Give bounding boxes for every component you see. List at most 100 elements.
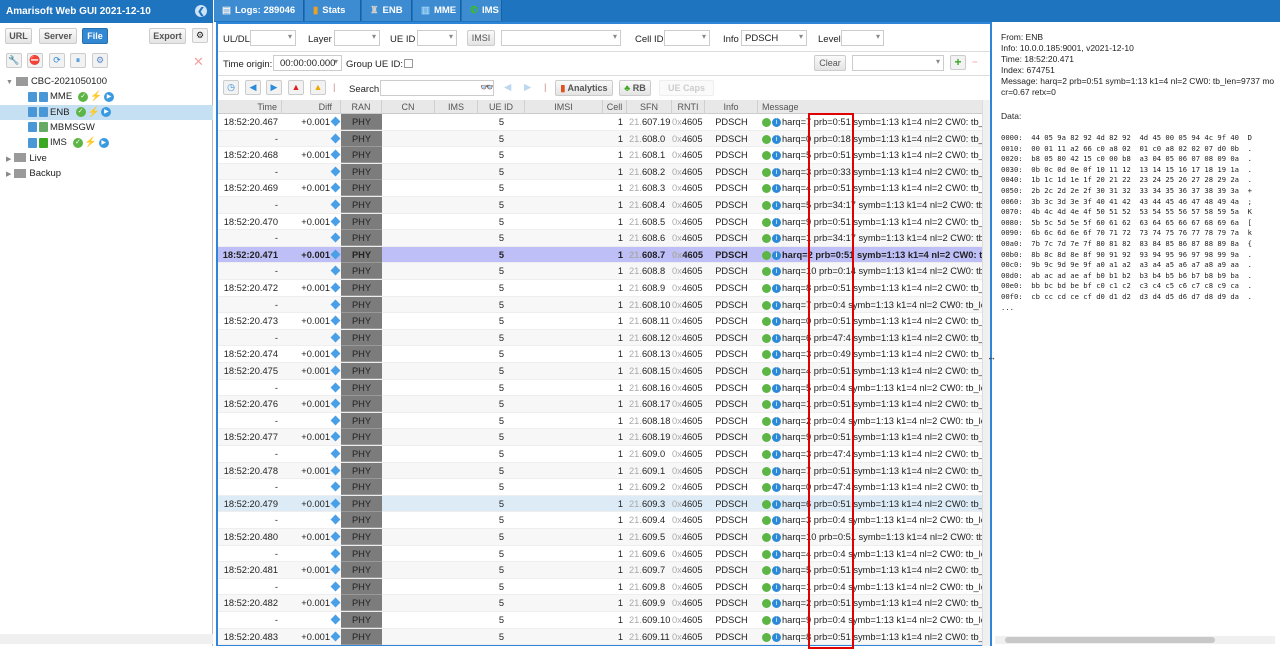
info-icon[interactable]: i: [772, 566, 781, 576]
table-row[interactable]: 18:52:20.477 +0.001 PHY 5 1 21.608.19 0x4605 PD…: [218, 429, 984, 446]
diff-arrow-icon[interactable]: [330, 531, 341, 542]
remove-icon[interactable]: −: [972, 57, 978, 68]
table-scrollbar[interactable]: [982, 100, 990, 646]
info-icon[interactable]: i: [772, 499, 781, 509]
table-row[interactable]: - PHY 5 1 21.608.12 0x4605 PDSCH i harq=6 prb=47…: [218, 329, 984, 347]
table-row[interactable]: - PHY 5 1 21.608.2 0x4605 PDSCH i harq=3 prb=0:3…: [218, 163, 984, 181]
uecaps-button[interactable]: UE Caps: [659, 80, 714, 96]
info-icon[interactable]: i: [772, 284, 781, 294]
diff-arrow-icon[interactable]: [330, 581, 341, 592]
info-icon[interactable]: i: [772, 383, 781, 393]
info-icon[interactable]: i: [772, 167, 781, 177]
diff-arrow-icon[interactable]: [330, 199, 341, 210]
diff-arrow-icon[interactable]: [330, 249, 341, 260]
tree-item-backup[interactable]: ▶ Backup: [0, 166, 213, 181]
tab-mme[interactable]: ▥ MME: [413, 0, 461, 21]
binoculars-icon[interactable]: 👓: [480, 81, 494, 94]
info-icon[interactable]: i: [772, 549, 781, 559]
diff-arrow-icon[interactable]: [330, 448, 341, 459]
diff-arrow-icon[interactable]: [330, 299, 341, 310]
table-row[interactable]: - PHY 5 1 21.609.2 0x4605 PDSCH i harq=0 prb=47:…: [218, 479, 984, 496]
diff-arrow-icon[interactable]: [330, 166, 341, 177]
prev-match-icon[interactable]: ◀: [504, 82, 511, 93]
table-row[interactable]: - PHY 5 1 21.608.10 0x4605 PDSCH i harq=7 prb=0:…: [218, 296, 984, 314]
table-row[interactable]: 18:52:20.472 +0.001 PHY 5 1 21.608.9 0x4605 PDS…: [218, 280, 984, 297]
column-header-message[interactable]: Message: [758, 100, 984, 114]
diff-arrow-icon[interactable]: [330, 116, 341, 127]
info-icon[interactable]: i: [772, 333, 781, 343]
info-icon[interactable]: i: [772, 400, 781, 410]
error-icon[interactable]: ▲: [288, 80, 304, 95]
cellid-select[interactable]: [664, 30, 710, 46]
time-origin-input[interactable]: 00:00:00.000: [273, 55, 342, 71]
url-button[interactable]: URL: [5, 28, 32, 44]
table-row[interactable]: - PHY 5 1 21.609.6 0x4605 PDSCH i harq=4 prb=0:4…: [218, 545, 984, 563]
tree-item-enb[interactable]: ENB ✓ ⚡ ▶: [0, 104, 213, 120]
search-input[interactable]: [380, 80, 494, 96]
table-row[interactable]: 18:52:20.474 +0.001 PHY 5 1 21.608.13 0x4605 PD…: [218, 346, 984, 363]
table-row[interactable]: 18:52:20.483 +0.001 PHY 5 1 21.609.11 0x4605 PD…: [218, 628, 984, 646]
column-header-sfn[interactable]: SFN: [627, 100, 672, 114]
tab-logs[interactable]: ▤ Logs: 289046: [214, 0, 304, 21]
info-icon[interactable]: i: [772, 516, 781, 526]
table-row[interactable]: 18:52:20.475 +0.001 PHY 5 1 21.608.15 0x4605 PD…: [218, 363, 984, 380]
info-icon[interactable]: i: [772, 134, 781, 144]
diff-arrow-icon[interactable]: [330, 348, 341, 359]
left-scrollbar[interactable]: [0, 634, 213, 644]
info-icon[interactable]: i: [772, 267, 781, 277]
table-row[interactable]: 18:52:20.469 +0.001 PHY 5 1 21.608.3 0x4605 PDS…: [218, 180, 984, 197]
tab-stats[interactable]: ▮ Stats: [305, 0, 361, 21]
table-row[interactable]: 18:52:20.479 +0.001 PHY 5 1 21.609.3 0x4605 PDS…: [218, 495, 984, 513]
diff-arrow-icon[interactable]: [330, 365, 341, 376]
column-header-rnti[interactable]: RNTI: [672, 100, 705, 114]
diff-arrow-icon[interactable]: [330, 315, 341, 326]
table-row[interactable]: - PHY 5 1 21.608.8 0x4605 PDSCH i harq=10 prb=0:…: [218, 263, 984, 280]
filter-preset-select[interactable]: [852, 55, 944, 71]
table-row[interactable]: 18:52:20.473 +0.001 PHY 5 1 21.608.11 0x4605 PD…: [218, 313, 984, 330]
column-header-time[interactable]: Time: [218, 100, 282, 114]
column-header-cell[interactable]: Cell: [603, 100, 627, 114]
tree-item-mbmsgw[interactable]: MBMSGW: [0, 120, 213, 135]
info-icon[interactable]: i: [772, 118, 781, 128]
export-button[interactable]: Export: [149, 28, 186, 44]
tree-item-ims[interactable]: IMS ✓ ⚡ ▶: [0, 135, 213, 150]
diff-arrow-icon[interactable]: [330, 415, 341, 426]
refresh-icon[interactable]: ⟳: [49, 53, 65, 68]
table-row[interactable]: - PHY 5 1 21.608.6 0x4605 PDSCH i harq=1 prb=34:…: [218, 230, 984, 247]
info-icon[interactable]: i: [772, 632, 781, 642]
ueid-select[interactable]: [417, 30, 457, 46]
diff-arrow-icon[interactable]: [330, 149, 341, 160]
info-icon[interactable]: i: [772, 533, 781, 543]
stop-icon[interactable]: ⛔: [27, 53, 43, 68]
table-row[interactable]: 18:52:20.482 +0.001 PHY 5 1 21.609.9 0x4605 PDS…: [218, 595, 984, 612]
delete-icon[interactable]: ✕: [193, 54, 204, 70]
table-row[interactable]: - PHY 5 1 21.608.16 0x4605 PDSCH i harq=5 prb=0:…: [218, 379, 984, 397]
table-row[interactable]: - PHY 5 1 21.609.4 0x4605 PDSCH i harq=3 prb=0:4…: [218, 512, 984, 529]
diff-arrow-icon[interactable]: [330, 232, 341, 243]
diff-arrow-icon[interactable]: [330, 133, 341, 144]
diff-arrow-icon[interactable]: [330, 481, 341, 492]
imsi-select[interactable]: [501, 30, 621, 46]
clock-icon[interactable]: ◷: [223, 80, 239, 95]
diff-arrow-icon[interactable]: [330, 465, 341, 476]
table-row[interactable]: 18:52:20.478 +0.001 PHY 5 1 21.609.1 0x4605 PDS…: [218, 462, 984, 480]
diff-arrow-icon[interactable]: [330, 265, 341, 276]
table-row[interactable]: 18:52:20.470 +0.001 PHY 5 1 21.608.5 0x4605 PDS…: [218, 213, 984, 231]
diff-arrow-icon[interactable]: [330, 597, 341, 608]
column-header-ims[interactable]: IMS: [435, 100, 478, 114]
wrench-icon[interactable]: 🔧: [6, 53, 22, 68]
warning-icon[interactable]: ▲: [310, 80, 326, 95]
diff-arrow-icon[interactable]: [330, 332, 341, 343]
table-row[interactable]: - PHY 5 1 21.608.0 0x4605 PDSCH i harq=0 prb=0:1…: [218, 130, 984, 148]
file-button[interactable]: File: [82, 28, 108, 44]
info-icon[interactable]: i: [772, 201, 781, 211]
info-icon[interactable]: i: [772, 416, 781, 426]
info-icon[interactable]: i: [772, 582, 781, 592]
info-select[interactable]: PDSCH: [741, 30, 807, 46]
column-header-info[interactable]: Info: [705, 100, 758, 114]
diff-arrow-icon[interactable]: [330, 548, 341, 559]
diff-arrow-icon[interactable]: [330, 564, 341, 575]
table-row[interactable]: 18:52:20.476 +0.001 PHY 5 1 21.608.17 0x4605 PD…: [218, 396, 984, 413]
plug-icon[interactable]: ⚙: [192, 28, 208, 43]
add-icon[interactable]: +: [950, 55, 966, 70]
